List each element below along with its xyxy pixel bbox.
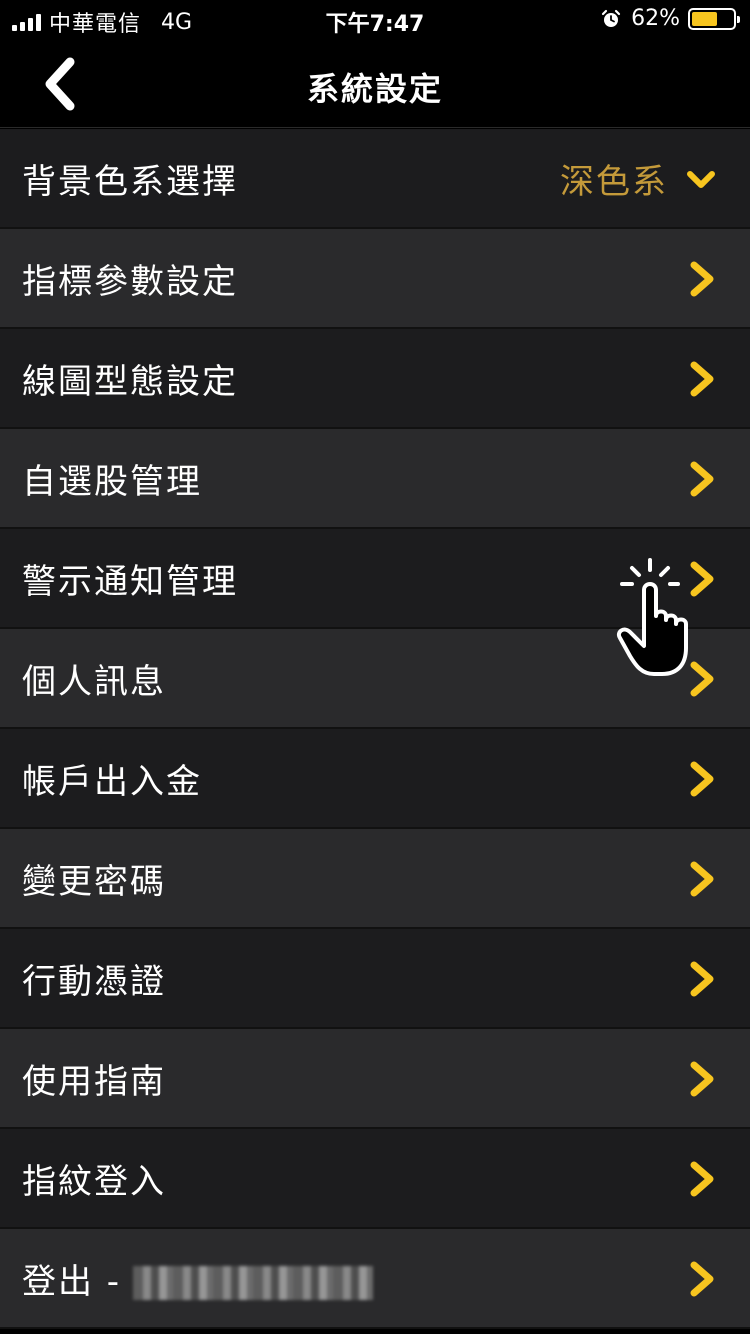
row-label: 指紋登入	[22, 1161, 166, 1202]
row-label: 警示通知管理	[22, 561, 238, 602]
chevron-right-icon	[690, 661, 714, 697]
redacted-account-id	[133, 1266, 374, 1300]
logout-label: 登出 -	[22, 1254, 374, 1303]
row-label: 線圖型態設定	[22, 361, 238, 402]
row-label: 指標參數設定	[22, 261, 238, 302]
page-title: 系統設定	[306, 70, 443, 108]
change-password-row[interactable]: 變更密碼	[0, 829, 750, 929]
row-label: 帳戶出入金	[22, 761, 202, 802]
status-right: 62%	[601, 6, 740, 31]
row-label: 使用指南	[22, 1061, 166, 1102]
watchlist-management-row[interactable]: 自選股管理	[0, 429, 750, 529]
chevron-right-icon	[690, 261, 714, 297]
fingerprint-login-row[interactable]: 指紋登入	[0, 1129, 750, 1229]
chevron-right-icon	[690, 1161, 714, 1197]
battery-percent: 62%	[631, 6, 680, 31]
indicator-settings-row[interactable]: 指標參數設定	[0, 229, 750, 329]
chevron-right-icon	[690, 1261, 714, 1297]
personal-message-row[interactable]: 個人訊息	[0, 629, 750, 729]
row-label: 背景色系選擇	[22, 161, 238, 202]
row-label: 登出 -	[22, 1261, 122, 1302]
row-label: 變更密碼	[22, 861, 166, 902]
chevron-right-icon	[690, 861, 714, 897]
nav-bar: 系統設定	[0, 40, 750, 128]
chevron-right-icon	[690, 461, 714, 497]
row-label: 行動憑證	[22, 961, 166, 1002]
chart-type-settings-row[interactable]: 線圖型態設定	[0, 329, 750, 429]
chevron-down-icon	[687, 171, 715, 188]
chevron-right-icon	[690, 561, 714, 597]
user-guide-row[interactable]: 使用指南	[0, 1029, 750, 1129]
chevron-right-icon	[690, 761, 714, 797]
settings-list: 背景色系選擇 深色系 指標參數設定 線圖型態設定 自選股管理 警示通知管理 個人…	[0, 129, 750, 1329]
battery-fill	[692, 11, 717, 26]
alert-notification-row[interactable]: 警示通知管理	[0, 529, 750, 629]
alarm-icon	[601, 9, 621, 27]
account-transfer-row[interactable]: 帳戶出入金	[0, 729, 750, 829]
chevron-right-icon	[690, 961, 714, 997]
logout-row[interactable]: 登出 -	[0, 1229, 750, 1329]
row-label: 自選股管理	[22, 461, 202, 502]
theme-value: 深色系	[560, 161, 668, 202]
row-label: 個人訊息	[22, 661, 166, 702]
mobile-certificate-row[interactable]: 行動憑證	[0, 929, 750, 1029]
status-bar: 中華電信 4G 下午7:47 62%	[0, 0, 750, 40]
theme-select-row[interactable]: 背景色系選擇 深色系	[0, 129, 750, 229]
battery-icon	[688, 7, 740, 30]
chevron-right-icon	[690, 1061, 714, 1097]
chevron-right-icon	[690, 361, 714, 397]
